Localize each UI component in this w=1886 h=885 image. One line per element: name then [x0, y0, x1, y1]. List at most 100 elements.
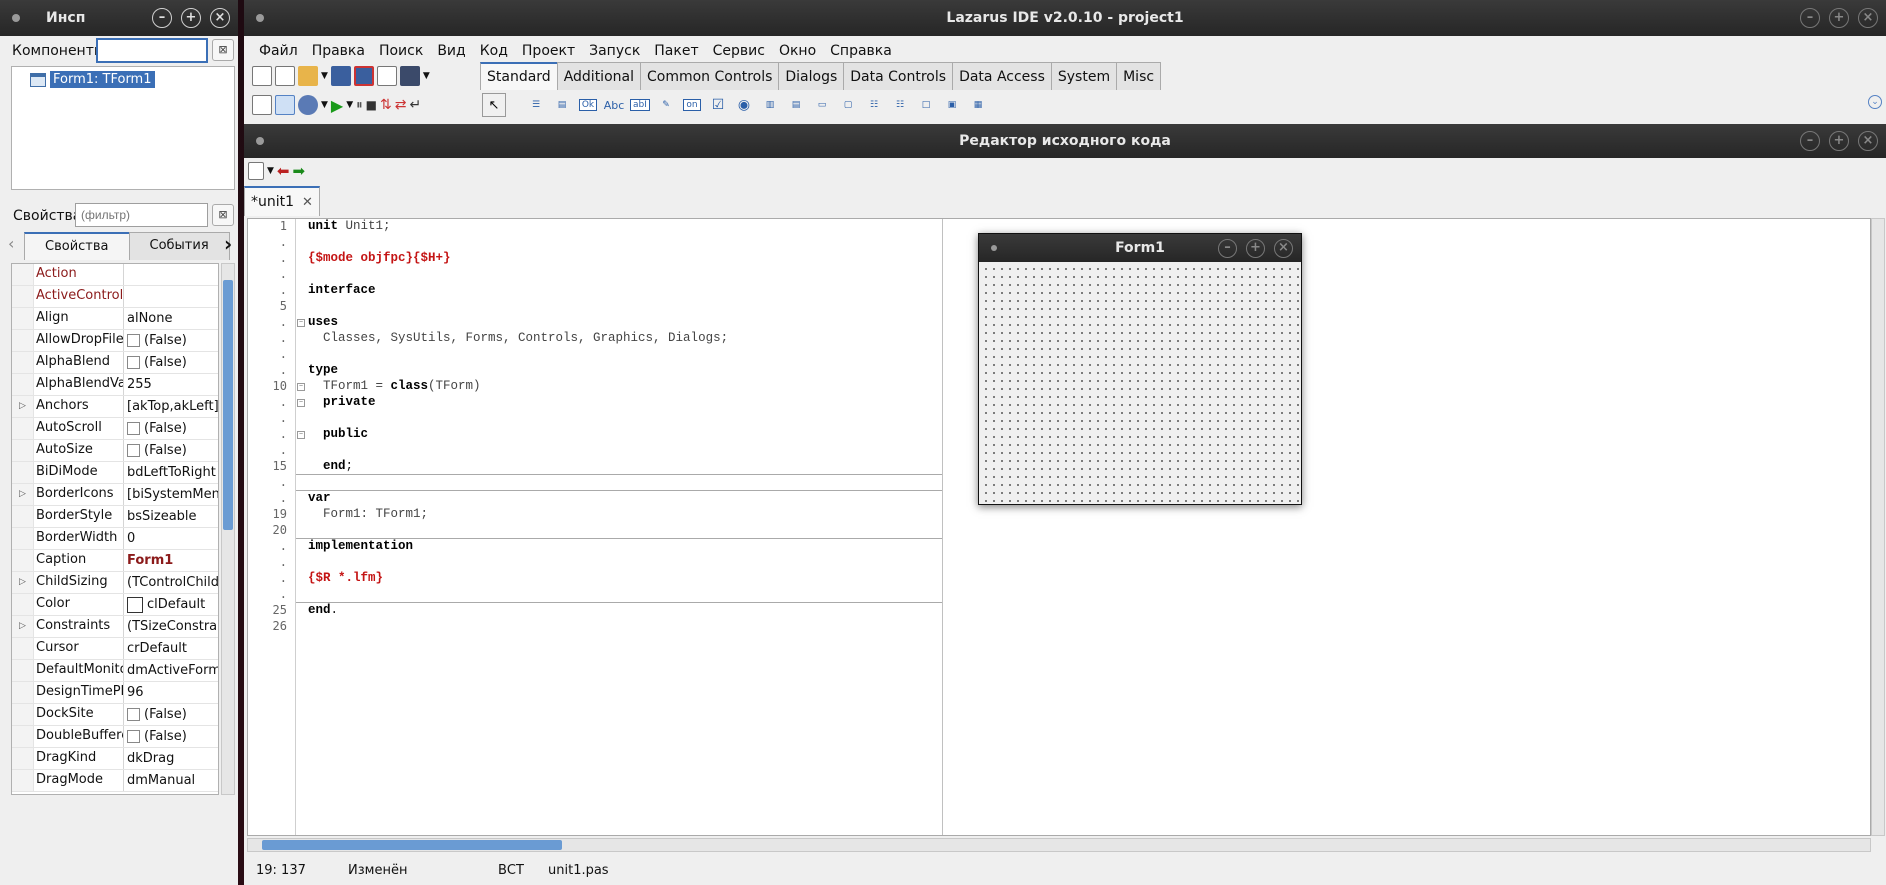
- property-value[interactable]: crDefault: [124, 638, 218, 659]
- close-tab-icon[interactable]: ✕: [302, 195, 313, 210]
- new-unit-icon[interactable]: [252, 66, 272, 86]
- form-design-grid[interactable]: [979, 262, 1301, 504]
- menu-item[interactable]: Правка: [305, 43, 372, 59]
- property-row[interactable]: AlphaBlendValue255: [12, 374, 218, 396]
- fold-icon[interactable]: −: [297, 319, 305, 327]
- scrollbar-thumb[interactable]: [262, 840, 562, 850]
- step-out-icon[interactable]: ↵: [409, 97, 421, 113]
- jump-forward-icon[interactable]: ➡: [293, 162, 306, 180]
- property-value[interactable]: 255: [124, 374, 218, 395]
- property-row[interactable]: BiDiMode bdLeftToRight: [12, 462, 218, 484]
- tedit-icon[interactable]: abI: [628, 93, 652, 117]
- property-value[interactable]: 0: [124, 528, 218, 549]
- chevron-down-icon[interactable]: ▼: [423, 71, 430, 81]
- close-icon[interactable]: ×: [1858, 131, 1878, 151]
- property-row[interactable]: ▷ Anchors [akTop,akLeft]: [12, 396, 218, 418]
- tab-unit1[interactable]: *unit1 ✕: [244, 186, 320, 216]
- close-icon[interactable]: ×: [1274, 238, 1293, 258]
- menu-item[interactable]: Сервис: [706, 43, 772, 59]
- tgroupbox-icon[interactable]: ▢: [836, 93, 860, 117]
- scrollbar-thumb[interactable]: [223, 280, 233, 530]
- property-row[interactable]: Cursor crDefault: [12, 638, 218, 660]
- property-value[interactable]: (False): [124, 704, 218, 725]
- stop-icon[interactable]: ■: [366, 98, 377, 112]
- menu-item[interactable]: Файл: [252, 43, 305, 59]
- property-value[interactable]: (False): [124, 330, 218, 351]
- property-row[interactable]: DragKind dkDrag: [12, 748, 218, 770]
- property-value[interactable]: (TControlChildS: [124, 572, 218, 593]
- new-form-icon[interactable]: [275, 66, 295, 86]
- property-row[interactable]: BorderWidth 0: [12, 528, 218, 550]
- property-row[interactable]: AllowDropFiles (False): [12, 330, 218, 352]
- save-all-icon[interactable]: [353, 66, 374, 86]
- property-row[interactable]: ▷ ChildSizing (TControlChildS: [12, 572, 218, 594]
- palette-tab[interactable]: Standard: [480, 62, 558, 90]
- tcombobox-icon[interactable]: ▤: [784, 93, 808, 117]
- tab-scroll-left-icon[interactable]: ‹: [8, 234, 14, 253]
- menu-item[interactable]: Пакет: [647, 43, 705, 59]
- tpanel-icon[interactable]: □: [914, 93, 938, 117]
- property-value[interactable]: clDefault: [124, 594, 218, 615]
- tradiogroup-icon[interactable]: ☷: [862, 93, 886, 117]
- checkbox[interactable]: [127, 730, 140, 743]
- tlistbox-icon[interactable]: ▥: [758, 93, 782, 117]
- step-into-icon[interactable]: ⇅: [380, 97, 392, 113]
- property-value[interactable]: 96: [124, 682, 218, 703]
- tmemo-icon[interactable]: ✎: [654, 93, 678, 117]
- minimize-icon[interactable]: –: [1800, 131, 1820, 151]
- menu-item[interactable]: Окно: [772, 43, 823, 59]
- property-grid-scrollbar[interactable]: [221, 263, 235, 795]
- chevron-down-icon[interactable]: ▼: [321, 100, 328, 110]
- view-units-icon[interactable]: [252, 95, 272, 115]
- property-value[interactable]: bsSizeable: [124, 506, 218, 527]
- property-row[interactable]: AutoScroll (False): [12, 418, 218, 440]
- run-icon[interactable]: ▶: [331, 96, 343, 115]
- jump-list-icon[interactable]: [248, 162, 264, 180]
- step-over-icon[interactable]: ⇄: [395, 97, 407, 113]
- components-filter-input[interactable]: [96, 38, 208, 63]
- minimize-icon[interactable]: –: [1800, 8, 1820, 28]
- property-value[interactable]: dmManual: [124, 770, 218, 791]
- main-titlebar[interactable]: Lazarus IDE v2.0.10 - project1 – + ×: [244, 0, 1886, 36]
- checkbox[interactable]: [127, 422, 140, 435]
- maximize-icon[interactable]: +: [181, 8, 201, 28]
- property-value[interactable]: (TSizeConstrain: [124, 616, 218, 637]
- fold-icon[interactable]: −: [297, 431, 305, 439]
- minimize-icon[interactable]: –: [1218, 238, 1237, 258]
- view-forms2-icon[interactable]: [275, 95, 295, 115]
- property-row[interactable]: DoubleBuffered (False): [12, 726, 218, 748]
- maximize-icon[interactable]: +: [1829, 131, 1849, 151]
- window-menu-icon[interactable]: [991, 245, 997, 251]
- pause-icon[interactable]: ⏸: [356, 98, 363, 113]
- property-value[interactable]: dkDrag: [124, 748, 218, 769]
- property-value[interactable]: Form1: [124, 550, 218, 571]
- property-row[interactable]: Align alNone: [12, 308, 218, 330]
- palette-scroll-icon[interactable]: ⌄: [1868, 95, 1882, 109]
- tree-item-form1[interactable]: Form1: TForm1: [30, 71, 155, 88]
- checkbox[interactable]: [127, 708, 140, 721]
- property-row[interactable]: AutoSize (False): [12, 440, 218, 462]
- property-value[interactable]: (False): [124, 352, 218, 373]
- tbutton-icon[interactable]: Ok: [576, 93, 600, 117]
- tab-properties[interactable]: Свойства: [24, 232, 130, 260]
- editor-titlebar[interactable]: Редактор исходного кода – + ×: [244, 124, 1886, 158]
- inspector-titlebar[interactable]: Инсп – + ×: [0, 0, 238, 36]
- tcheckgroup-icon[interactable]: ☷: [888, 93, 912, 117]
- close-icon[interactable]: ×: [1858, 8, 1878, 28]
- view-forms-icon[interactable]: [399, 66, 420, 86]
- selection-tool-icon[interactable]: ↖: [482, 93, 506, 117]
- property-row[interactable]: Action: [12, 264, 218, 286]
- property-row[interactable]: ActiveControl: [12, 286, 218, 308]
- property-value[interactable]: [akTop,akLeft]: [124, 396, 218, 417]
- form1-titlebar[interactable]: Form1 – + ×: [979, 234, 1301, 262]
- property-row[interactable]: ▷Constraints(TSizeConstrain: [12, 616, 218, 638]
- fold-icon[interactable]: −: [297, 383, 305, 391]
- menu-item[interactable]: Справка: [823, 43, 899, 59]
- property-row[interactable]: DesignTimePPI 96: [12, 682, 218, 704]
- menu-item[interactable]: Код: [473, 43, 515, 59]
- checkbox[interactable]: [127, 356, 140, 369]
- property-value[interactable]: [124, 286, 218, 307]
- window-menu-icon[interactable]: [256, 14, 264, 22]
- property-row[interactable]: Caption Form1: [12, 550, 218, 572]
- menu-item[interactable]: Запуск: [582, 43, 647, 59]
